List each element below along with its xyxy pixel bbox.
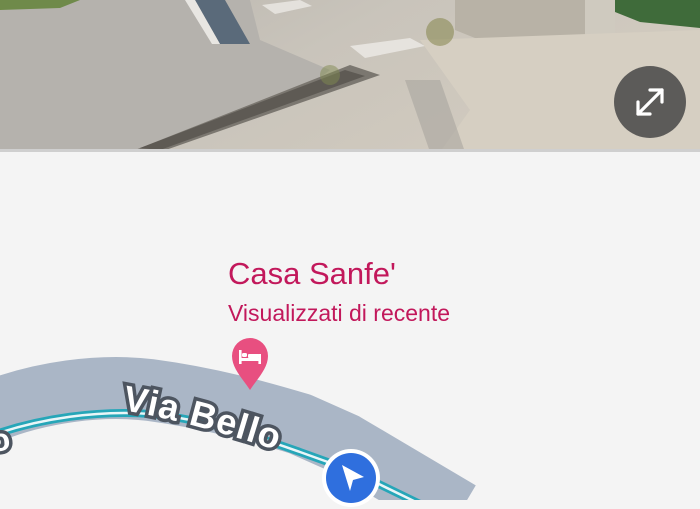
expand-arrows-icon — [636, 88, 664, 116]
street-view-preview[interactable] — [0, 0, 700, 152]
place-subtitle: Visualizzati di recente — [228, 300, 451, 326]
hotel-marker[interactable] — [230, 336, 270, 392]
hotel-bed-icon — [232, 338, 268, 390]
expand-button[interactable] — [614, 66, 686, 138]
map-view[interactable]: Via Bello o Casa Sanfe' Visualizzati di … — [0, 152, 700, 507]
place-name[interactable]: Casa Sanfe' — [228, 256, 396, 292]
street-view-image — [0, 0, 700, 152]
